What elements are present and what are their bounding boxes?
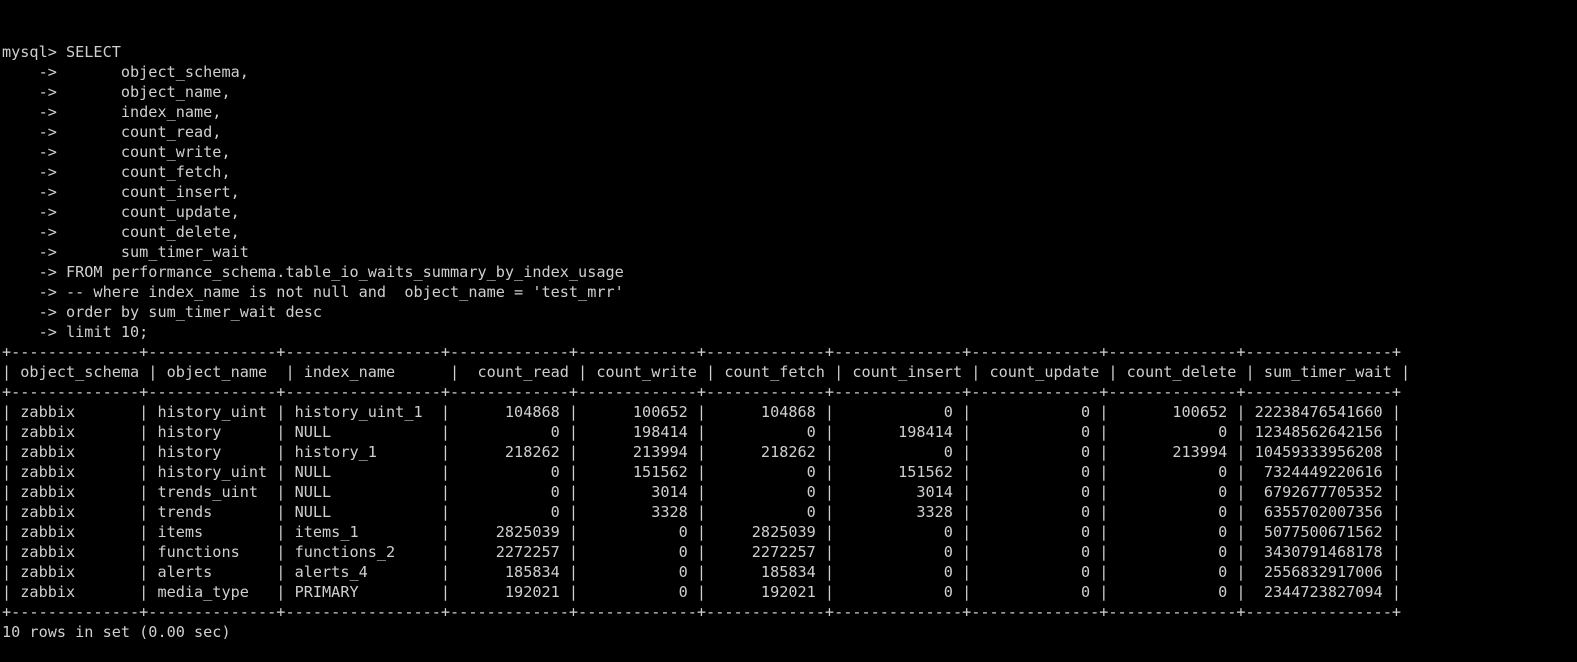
table-row: | zabbix | alerts | alerts_4 | 185834 | … xyxy=(2,563,1401,581)
table-bottom-rule: +--------------+--------------+---------… xyxy=(2,603,1401,621)
table-row: | zabbix | history | NULL | 0 | 198414 |… xyxy=(2,423,1401,441)
query-continuation-line-11: -> FROM performance_schema.table_io_wait… xyxy=(2,263,624,281)
table-row: | zabbix | history_uint | history_uint_1… xyxy=(2,403,1401,421)
status-line: 10 rows in set (0.00 sec) xyxy=(2,623,231,641)
query-continuation-line-6: -> count_fetch, xyxy=(2,163,231,181)
query-continuation-line-7: -> count_insert, xyxy=(2,183,240,201)
prompt-line: mysql> SELECT xyxy=(2,43,121,61)
table-top-rule: +--------------+--------------+---------… xyxy=(2,343,1401,361)
query-continuation-line-3: -> index_name, xyxy=(2,103,222,121)
query-continuation-line-14: -> limit 10; xyxy=(2,323,149,341)
query-continuation-line-4: -> count_read, xyxy=(2,123,222,141)
query-continuation-line-9: -> count_delete, xyxy=(2,223,240,241)
query-continuation-line-10: -> sum_timer_wait xyxy=(2,243,249,261)
query-continuation-line-8: -> count_update, xyxy=(2,203,240,221)
terminal-output: mysql> SELECT -> object_schema, -> objec… xyxy=(2,42,1577,642)
table-row: | zabbix | history | history_1 | 218262 … xyxy=(2,443,1401,461)
query-continuation-line-2: -> object_name, xyxy=(2,83,231,101)
table-header-row: | object_schema | object_name | index_na… xyxy=(2,363,1411,381)
table-row: | zabbix | history_uint | NULL | 0 | 151… xyxy=(2,463,1401,481)
table-header-rule: +--------------+--------------+---------… xyxy=(2,383,1401,401)
table-row: | zabbix | trends_uint | NULL | 0 | 3014… xyxy=(2,483,1401,501)
query-continuation-line-1: -> object_schema, xyxy=(2,63,249,81)
table-row: | zabbix | trends | NULL | 0 | 3328 | 0 … xyxy=(2,503,1401,521)
query-continuation-line-13: -> order by sum_timer_wait desc xyxy=(2,303,323,321)
mysql-terminal[interactable]: mysql> SELECT -> object_schema, -> objec… xyxy=(0,0,1577,641)
table-row: | zabbix | media_type | PRIMARY | 192021… xyxy=(2,583,1401,601)
query-continuation-line-12: -> -- where index_name is not null and o… xyxy=(2,283,624,301)
table-row: | zabbix | items | items_1 | 2825039 | 0… xyxy=(2,523,1401,541)
table-row: | zabbix | functions | functions_2 | 227… xyxy=(2,543,1401,561)
query-continuation-line-5: -> count_write, xyxy=(2,143,231,161)
